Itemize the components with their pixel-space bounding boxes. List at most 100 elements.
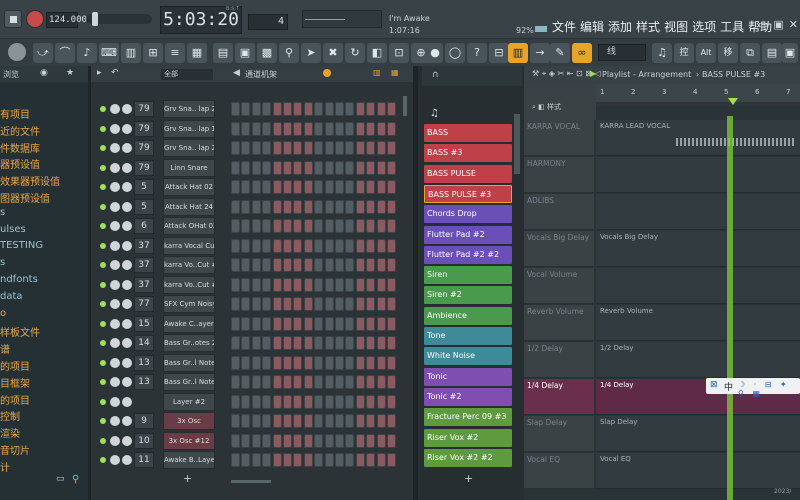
step-button[interactable] [376,297,386,311]
speaker-icon[interactable]: ◀ [233,68,240,78]
step-button[interactable] [335,355,344,370]
ime-tools[interactable]: ☽ · ⊟ ✦ ⚲ ▦ [738,380,800,398]
channel-row[interactable]: 79 Grv Sna.. lap 13 [91,119,413,138]
step-button[interactable] [376,102,386,116]
pattern-item[interactable]: Riser Vox #2 [424,428,512,447]
tempo-display[interactable]: 124.000 [46,12,87,28]
step-button[interactable] [303,355,313,370]
clipboard-icon[interactable]: ▤ [762,43,782,63]
undo-rack-icon[interactable]: ↶ [111,68,119,78]
step-button[interactable] [324,433,334,448]
browser-item[interactable]: 样板文件 [0,324,40,339]
step-button[interactable] [366,238,376,253]
step-button[interactable] [366,219,376,233]
pan-knob[interactable] [110,260,120,270]
step-button[interactable] [387,355,396,370]
pattern-item[interactable]: Fracture Perc 09 #3 [424,408,512,427]
step-button[interactable] [387,238,396,253]
step-button[interactable] [293,394,303,409]
save-icon[interactable]: ◧ [367,43,387,63]
track-header[interactable]: 1/4 Delay [524,379,594,415]
step-button[interactable] [272,277,282,292]
step-button[interactable] [335,219,344,233]
step-button[interactable] [272,199,282,214]
step-button[interactable] [335,180,344,194]
step-button[interactable] [355,375,365,389]
step-button[interactable] [262,316,272,331]
step-button[interactable] [283,336,292,350]
step-button[interactable] [251,355,261,370]
step-button[interactable] [293,160,303,175]
step-button[interactable] [376,316,386,331]
volume-knob[interactable] [122,104,132,114]
browser-item[interactable]: 的项目 [0,358,30,373]
mixer-track-number[interactable]: 15 [134,315,154,332]
step-button[interactable] [314,121,324,136]
channel-name-button[interactable]: Attack Hat 24 [163,197,215,216]
pattern-item[interactable]: BASS #3 [424,144,512,163]
step-button[interactable] [303,277,313,292]
step-button[interactable] [314,453,324,467]
step-button[interactable] [262,180,272,194]
step-button[interactable] [366,433,376,448]
browser-item[interactable]: 效果器预设值 [0,173,60,188]
step-button[interactable] [355,219,365,233]
step-button[interactable] [314,433,324,448]
step-button[interactable] [314,355,324,370]
step-button[interactable] [251,277,261,292]
mixer-track-number[interactable]: 37 [134,237,154,254]
step-button[interactable] [324,102,334,116]
track-header[interactable]: Vocal EQ [524,453,594,489]
step-button[interactable] [283,141,292,155]
plugin-icon[interactable]: ⚲ [279,43,299,63]
track-lane[interactable]: Slap Delay [596,416,800,452]
menu-item[interactable]: 编辑 [580,20,604,34]
step-button[interactable] [241,238,251,253]
cycle-icon[interactable]: ↻ [345,43,365,63]
copy-icon[interactable]: ⧉ [740,43,760,63]
step-button[interactable] [251,258,261,272]
marketplace-icon[interactable]: ⊟ [489,43,509,63]
step-button[interactable] [355,433,365,448]
step-button[interactable] [376,258,386,272]
channel-row[interactable]: 79 Grv Sna.. lap 28 [91,100,413,118]
channel-name-button[interactable]: SFX Cym Noisy [163,295,215,313]
step-button[interactable] [262,297,272,311]
step-button[interactable] [262,102,272,116]
pan-knob[interactable] [110,221,120,231]
track-lane[interactable] [596,157,800,193]
step-button[interactable] [324,297,334,311]
step-button[interactable] [231,199,240,214]
step-button[interactable] [335,453,344,467]
browser-item[interactable]: 近的文件 [0,123,40,138]
loop-record-icon[interactable]: ▦ [187,43,207,63]
step-button[interactable] [251,199,261,214]
browser-item[interactable]: data [0,291,23,302]
track-lane[interactable] [596,194,800,230]
step-button[interactable] [355,453,365,467]
step-button[interactable] [324,258,334,272]
channel-name-button[interactable]: Grv Sna.. lap 21 [163,139,215,157]
step-button[interactable] [335,141,344,155]
step-button[interactable] [314,238,324,253]
step-button[interactable] [283,453,292,467]
step-button[interactable] [262,160,272,175]
step-button[interactable] [387,277,396,292]
channel-row[interactable]: 10 3x Osc #12 [91,431,413,450]
swing-knob[interactable] [323,69,331,77]
browser-item[interactable]: 有项目 [0,106,30,121]
mute-led[interactable] [100,125,106,132]
pan-knob[interactable] [110,279,120,290]
step-button[interactable] [303,238,313,253]
step-button[interactable] [345,394,355,409]
step-button[interactable] [283,102,292,116]
step-button[interactable] [251,219,261,233]
mixer-track-number[interactable]: 13 [134,374,154,390]
step-button[interactable] [314,199,324,214]
pattern-item[interactable]: Tonic [424,367,512,386]
step-button[interactable] [324,160,334,175]
step-button[interactable] [376,238,386,253]
channel-name-button[interactable]: 3x Osc [163,412,215,430]
step-button[interactable] [231,219,240,233]
pan-knob[interactable] [110,299,120,309]
